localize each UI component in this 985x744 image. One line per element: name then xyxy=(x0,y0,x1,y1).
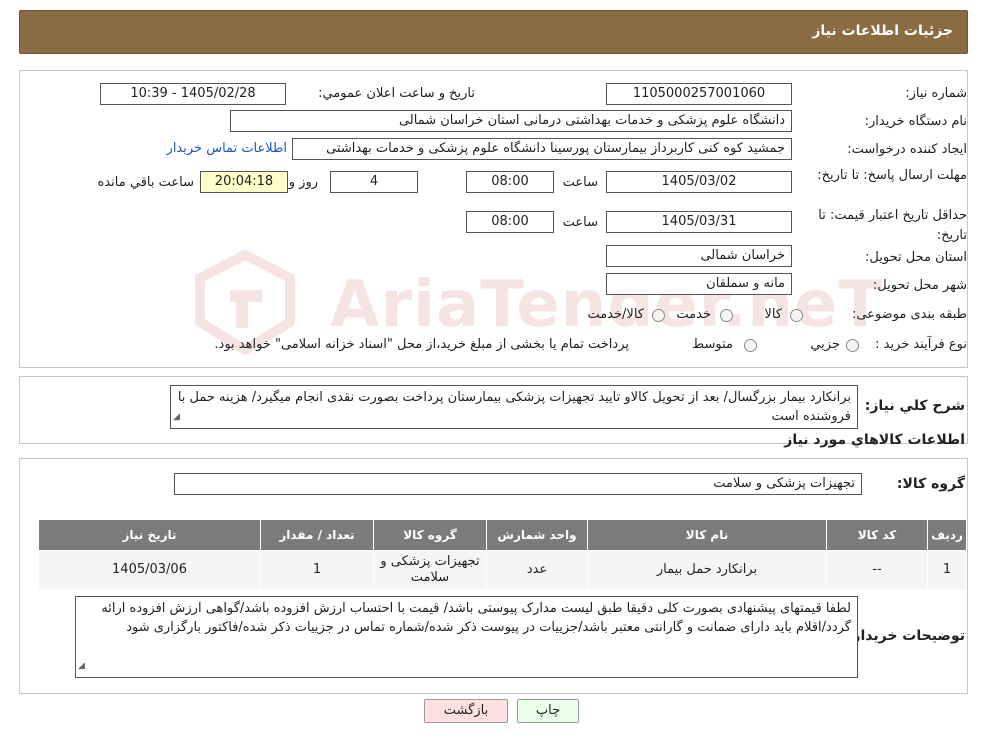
resize-grip-icon[interactable]: ◢ xyxy=(173,408,180,427)
page-header: جزئیات اطلاعات نیاز xyxy=(19,10,968,54)
category-option-goods-service: کالا/خدمت xyxy=(587,307,644,322)
need-number-field: 1105000257001060 xyxy=(606,83,792,105)
deadline-label: مهلت ارسال پاسخ: تا تاریخ: xyxy=(817,168,967,183)
col-header-row-number: ردیف xyxy=(927,519,967,551)
category-label: طبقه بندی موضوعی: xyxy=(851,307,967,322)
province-label: استان محل تحویل: xyxy=(865,250,967,265)
col-header-name: نام کالا xyxy=(587,519,827,551)
col-header-unit: واحد شمارش xyxy=(486,519,588,551)
cell-quantity: 1 xyxy=(260,550,374,590)
print-button[interactable]: چاپ xyxy=(517,699,579,723)
cell-row-number: 1 xyxy=(927,550,967,590)
resize-grip-icon[interactable]: ◢ xyxy=(78,657,85,676)
requester-field: جمشید کوه کنی کاربرداز بیمارستان پورسینا… xyxy=(292,138,792,160)
category-radio-goods-service[interactable] xyxy=(652,309,665,322)
purchase-type-label: نوع فرآیند خرید : xyxy=(875,337,967,352)
cell-unit: عدد xyxy=(486,550,588,590)
deadline-time-field: 08:00 xyxy=(466,171,554,193)
buyer-org-label: نام دستگاه خریدار: xyxy=(864,114,967,129)
city-field: مانه و سملقان xyxy=(606,273,792,295)
purchase-radio-medium[interactable] xyxy=(744,339,757,352)
purchase-radio-minor[interactable] xyxy=(846,339,859,352)
goods-group-label: گروه کالا: xyxy=(896,476,965,492)
purchase-option-medium: متوسط xyxy=(692,337,733,352)
validity-time-field: 08:00 xyxy=(466,211,554,233)
deadline-time-label: ساعت xyxy=(562,175,598,190)
announce-label: تاریخ و ساعت اعلان عمومي: xyxy=(318,86,475,101)
col-header-date: تاریخ نیاز xyxy=(38,519,261,551)
cell-group: تجهیزات پزشکی و سلامت xyxy=(373,550,487,590)
col-header-group: گروه کالا xyxy=(373,519,487,551)
goods-section-title: اطلاعات کالاهاي مورد نیاز xyxy=(784,432,965,448)
validity-label: حداقل تاریخ اعتبار قیمت: تا تاریخ: xyxy=(818,208,967,243)
cell-code: -- xyxy=(826,550,928,590)
remaining-label: ساعت باقي مانده xyxy=(97,175,194,190)
buyer-notes-textarea[interactable]: لطفا قیمتهای پیشنهادی بصورت کلی دقیقا طب… xyxy=(75,596,858,678)
category-radio-service[interactable] xyxy=(720,309,733,322)
col-header-quantity: تعداد / مقدار xyxy=(260,519,374,551)
announce-field: 1405/02/28 - 10:39 xyxy=(100,83,286,105)
buyer-notes-label: توضیحات خریدار: xyxy=(846,628,965,644)
items-table: ردیف کد کالا نام کالا واحد شمارش گروه کا… xyxy=(38,519,967,590)
description-text: برانکارد بیمار بزرگسال/ بعد از تحویل کال… xyxy=(177,390,851,424)
city-label: شهر محل تحویل: xyxy=(872,278,967,293)
province-field: خراسان شمالی xyxy=(606,245,792,267)
goods-group-field: تجهیزات پزشکی و سلامت xyxy=(174,473,862,495)
deadline-date-field: 1405/03/02 xyxy=(606,171,792,193)
description-label: شرح کلي نیاز: xyxy=(864,398,965,414)
purchase-option-minor: جزیي xyxy=(810,337,840,352)
purchase-note: پرداخت تمام یا بخشی از مبلغ خرید،از محل … xyxy=(214,337,629,352)
category-option-service: خدمت xyxy=(676,307,711,322)
category-option-goods: کالا xyxy=(764,307,782,322)
description-textarea[interactable]: برانکارد بیمار بزرگسال/ بعد از تحویل کال… xyxy=(170,385,858,429)
remaining-time-field: 20:04:18 xyxy=(200,171,288,193)
items-table-wrapper: ردیف کد کالا نام کالا واحد شمارش گروه کا… xyxy=(38,519,967,590)
buyer-contact-link[interactable]: اطلاعات تماس خریدار xyxy=(167,141,287,156)
table-header-row: ردیف کد کالا نام کالا واحد شمارش گروه کا… xyxy=(38,519,967,551)
buyer-notes-text: لطفا قیمتهای پیشنهادی بصورت کلی دقیقا طب… xyxy=(101,601,851,635)
cell-date: 1405/03/06 xyxy=(38,550,261,590)
back-button[interactable]: بازگشت xyxy=(424,699,508,723)
validity-time-label: ساعت xyxy=(562,215,598,230)
category-radio-goods[interactable] xyxy=(790,309,803,322)
page-title: جزئیات اطلاعات نیاز xyxy=(812,23,953,39)
days-label: روز و xyxy=(288,175,318,190)
need-number-label: شماره نیاز: xyxy=(905,86,967,101)
cell-name: برانکارد حمل بیمار xyxy=(587,550,827,590)
buyer-org-field: دانشگاه علوم پزشکی و خدمات بهداشتی درمان… xyxy=(230,110,792,132)
remaining-days-field: 4 xyxy=(330,171,418,193)
col-header-code: کد کالا xyxy=(826,519,928,551)
table-row: 1 -- برانکارد حمل بیمار عدد تجهیزات پزشک… xyxy=(38,550,967,590)
requester-label: ایجاد کننده درخواست: xyxy=(847,142,967,157)
validity-date-field: 1405/03/31 xyxy=(606,211,792,233)
